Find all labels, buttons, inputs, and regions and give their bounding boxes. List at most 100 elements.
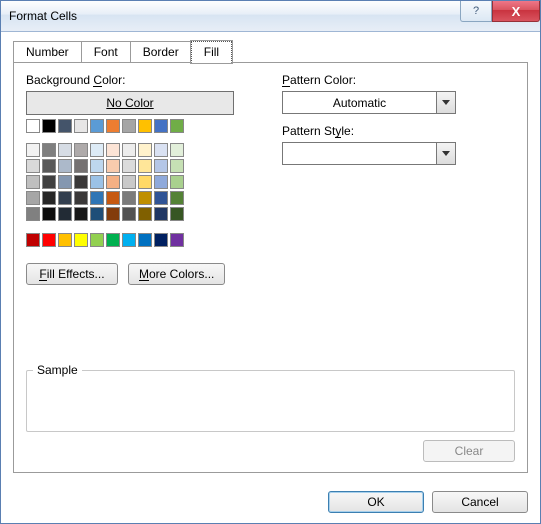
clear-button[interactable]: Clear bbox=[423, 440, 515, 462]
color-swatch[interactable] bbox=[90, 233, 104, 247]
color-swatch[interactable] bbox=[90, 143, 104, 157]
help-button[interactable]: ? bbox=[460, 1, 492, 22]
tab-page-fill: Background Color: No Color Fill Effects.… bbox=[13, 62, 528, 473]
color-swatch[interactable] bbox=[74, 207, 88, 221]
sample-section: Sample Clear bbox=[26, 370, 515, 462]
tab-strip: Number Font Border Fill bbox=[13, 40, 528, 62]
color-swatch[interactable] bbox=[138, 143, 152, 157]
color-swatch[interactable] bbox=[122, 175, 136, 189]
fill-effects-button[interactable]: Fill Effects... bbox=[26, 263, 118, 285]
pattern-color-label: Pattern Color: bbox=[282, 73, 515, 87]
color-swatch[interactable] bbox=[74, 143, 88, 157]
color-swatch[interactable] bbox=[26, 119, 40, 133]
color-swatch[interactable] bbox=[138, 191, 152, 205]
color-swatch[interactable] bbox=[106, 159, 120, 173]
color-swatch[interactable] bbox=[138, 233, 152, 247]
color-swatch[interactable] bbox=[26, 175, 40, 189]
color-swatch[interactable] bbox=[58, 207, 72, 221]
color-swatch[interactable] bbox=[106, 191, 120, 205]
color-swatch[interactable] bbox=[106, 207, 120, 221]
color-swatch[interactable] bbox=[122, 233, 136, 247]
tab-fill[interactable]: Fill bbox=[191, 41, 232, 63]
color-swatch[interactable] bbox=[170, 233, 184, 247]
color-swatch[interactable] bbox=[58, 119, 72, 133]
color-swatch[interactable] bbox=[74, 175, 88, 189]
color-swatch[interactable] bbox=[26, 233, 40, 247]
pattern-color-combo[interactable]: Automatic bbox=[282, 91, 456, 114]
color-swatch[interactable] bbox=[106, 175, 120, 189]
color-swatch[interactable] bbox=[170, 143, 184, 157]
color-swatch[interactable] bbox=[106, 143, 120, 157]
color-swatch[interactable] bbox=[42, 159, 56, 173]
dialog-buttons: OK Cancel bbox=[1, 483, 540, 523]
color-swatch[interactable] bbox=[26, 207, 40, 221]
titlebar-buttons: ? X bbox=[460, 1, 540, 31]
color-swatch[interactable] bbox=[26, 159, 40, 173]
close-button[interactable]: X bbox=[492, 1, 540, 22]
color-swatch[interactable] bbox=[106, 119, 120, 133]
chevron-down-icon[interactable] bbox=[436, 92, 455, 113]
color-swatch[interactable] bbox=[58, 159, 72, 173]
color-swatch[interactable] bbox=[154, 207, 168, 221]
color-swatch[interactable] bbox=[122, 159, 136, 173]
pattern-style-value bbox=[283, 143, 436, 164]
titlebar[interactable]: Format Cells ? X bbox=[1, 1, 540, 32]
color-swatch[interactable] bbox=[42, 119, 56, 133]
color-swatch[interactable] bbox=[90, 175, 104, 189]
color-swatch[interactable] bbox=[154, 143, 168, 157]
color-swatch[interactable] bbox=[90, 159, 104, 173]
color-swatch[interactable] bbox=[154, 191, 168, 205]
color-swatch[interactable] bbox=[138, 119, 152, 133]
pattern-style-combo[interactable] bbox=[282, 142, 456, 165]
color-swatch[interactable] bbox=[106, 233, 120, 247]
color-swatch[interactable] bbox=[138, 159, 152, 173]
color-swatch[interactable] bbox=[170, 207, 184, 221]
color-swatch[interactable] bbox=[154, 119, 168, 133]
color-swatch[interactable] bbox=[122, 119, 136, 133]
color-swatch[interactable] bbox=[26, 191, 40, 205]
color-swatch[interactable] bbox=[42, 143, 56, 157]
color-swatch[interactable] bbox=[58, 143, 72, 157]
color-swatch[interactable] bbox=[170, 119, 184, 133]
color-swatch[interactable] bbox=[138, 175, 152, 189]
more-colors-button[interactable]: More Colors... bbox=[128, 263, 225, 285]
color-swatch[interactable] bbox=[170, 159, 184, 173]
tab-border[interactable]: Border bbox=[130, 41, 192, 63]
color-swatch[interactable] bbox=[154, 233, 168, 247]
color-swatch[interactable] bbox=[42, 175, 56, 189]
color-swatch[interactable] bbox=[90, 119, 104, 133]
color-swatch[interactable] bbox=[154, 175, 168, 189]
palette-tint-row bbox=[26, 191, 246, 205]
color-swatch[interactable] bbox=[122, 207, 136, 221]
color-swatch[interactable] bbox=[74, 233, 88, 247]
color-swatch[interactable] bbox=[74, 159, 88, 173]
color-swatch[interactable] bbox=[90, 207, 104, 221]
color-swatch[interactable] bbox=[42, 191, 56, 205]
background-color-label: Background Color: bbox=[26, 73, 246, 87]
chevron-down-icon[interactable] bbox=[436, 143, 455, 164]
color-swatch[interactable] bbox=[58, 191, 72, 205]
color-swatch[interactable] bbox=[74, 119, 88, 133]
palette-tint-row bbox=[26, 143, 246, 157]
color-swatch[interactable] bbox=[58, 175, 72, 189]
pattern-color-value: Automatic bbox=[283, 92, 436, 113]
color-swatch[interactable] bbox=[26, 143, 40, 157]
color-swatch[interactable] bbox=[42, 207, 56, 221]
help-icon: ? bbox=[473, 5, 479, 17]
color-swatch[interactable] bbox=[170, 175, 184, 189]
color-swatch[interactable] bbox=[58, 233, 72, 247]
ok-button[interactable]: OK bbox=[328, 491, 424, 513]
color-swatch[interactable] bbox=[42, 233, 56, 247]
color-swatch[interactable] bbox=[122, 191, 136, 205]
color-swatch[interactable] bbox=[122, 143, 136, 157]
no-color-button[interactable]: No Color bbox=[26, 91, 234, 115]
palette-tints-block bbox=[26, 143, 246, 221]
color-swatch[interactable] bbox=[154, 159, 168, 173]
tab-font[interactable]: Font bbox=[81, 41, 131, 63]
color-swatch[interactable] bbox=[138, 207, 152, 221]
cancel-button[interactable]: Cancel bbox=[432, 491, 528, 513]
tab-number[interactable]: Number bbox=[13, 41, 82, 63]
color-swatch[interactable] bbox=[74, 191, 88, 205]
color-swatch[interactable] bbox=[170, 191, 184, 205]
color-swatch[interactable] bbox=[90, 191, 104, 205]
